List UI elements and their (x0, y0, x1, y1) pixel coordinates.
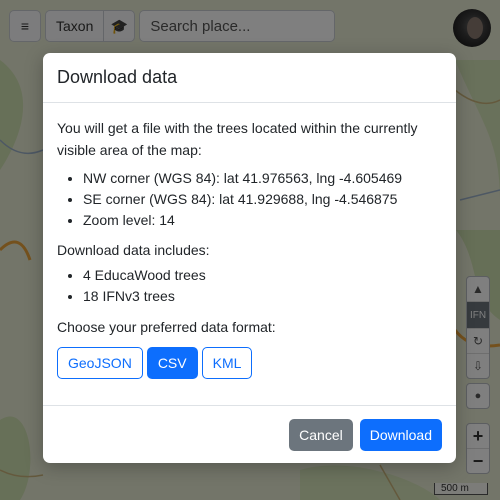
format-geojson-button[interactable]: GeoJSON (57, 347, 143, 379)
format-button-group: GeoJSON CSV KML (57, 347, 442, 379)
modal-header: Download data (43, 53, 456, 103)
list-item: NW corner (WGS 84): lat 41.976563, lng -… (83, 168, 442, 189)
includes-list: 4 EducaWood trees 18 IFNv3 trees (57, 265, 442, 307)
modal-footer: Cancel Download (43, 405, 456, 463)
download-button[interactable]: Download (359, 418, 442, 451)
cancel-button[interactable]: Cancel (289, 418, 353, 451)
list-item: 18 IFNv3 trees (83, 286, 442, 307)
list-item: SE corner (WGS 84): lat 41.929688, lng -… (83, 189, 442, 210)
intro-text: You will get a file with the trees locat… (57, 120, 418, 158)
modal-title: Download data (57, 67, 178, 87)
format-kml-button[interactable]: KML (201, 347, 253, 379)
area-list: NW corner (WGS 84): lat 41.976563, lng -… (57, 168, 442, 231)
format-label: Choose your preferred data format: (57, 319, 276, 335)
format-csv-button[interactable]: CSV (146, 347, 198, 379)
download-data-modal: Download data You will get a file with t… (43, 53, 456, 463)
list-item: Zoom level: 14 (83, 210, 442, 231)
modal-body: You will get a file with the trees locat… (43, 103, 456, 379)
includes-label: Download data includes: (57, 242, 210, 258)
list-item: 4 EducaWood trees (83, 265, 442, 286)
